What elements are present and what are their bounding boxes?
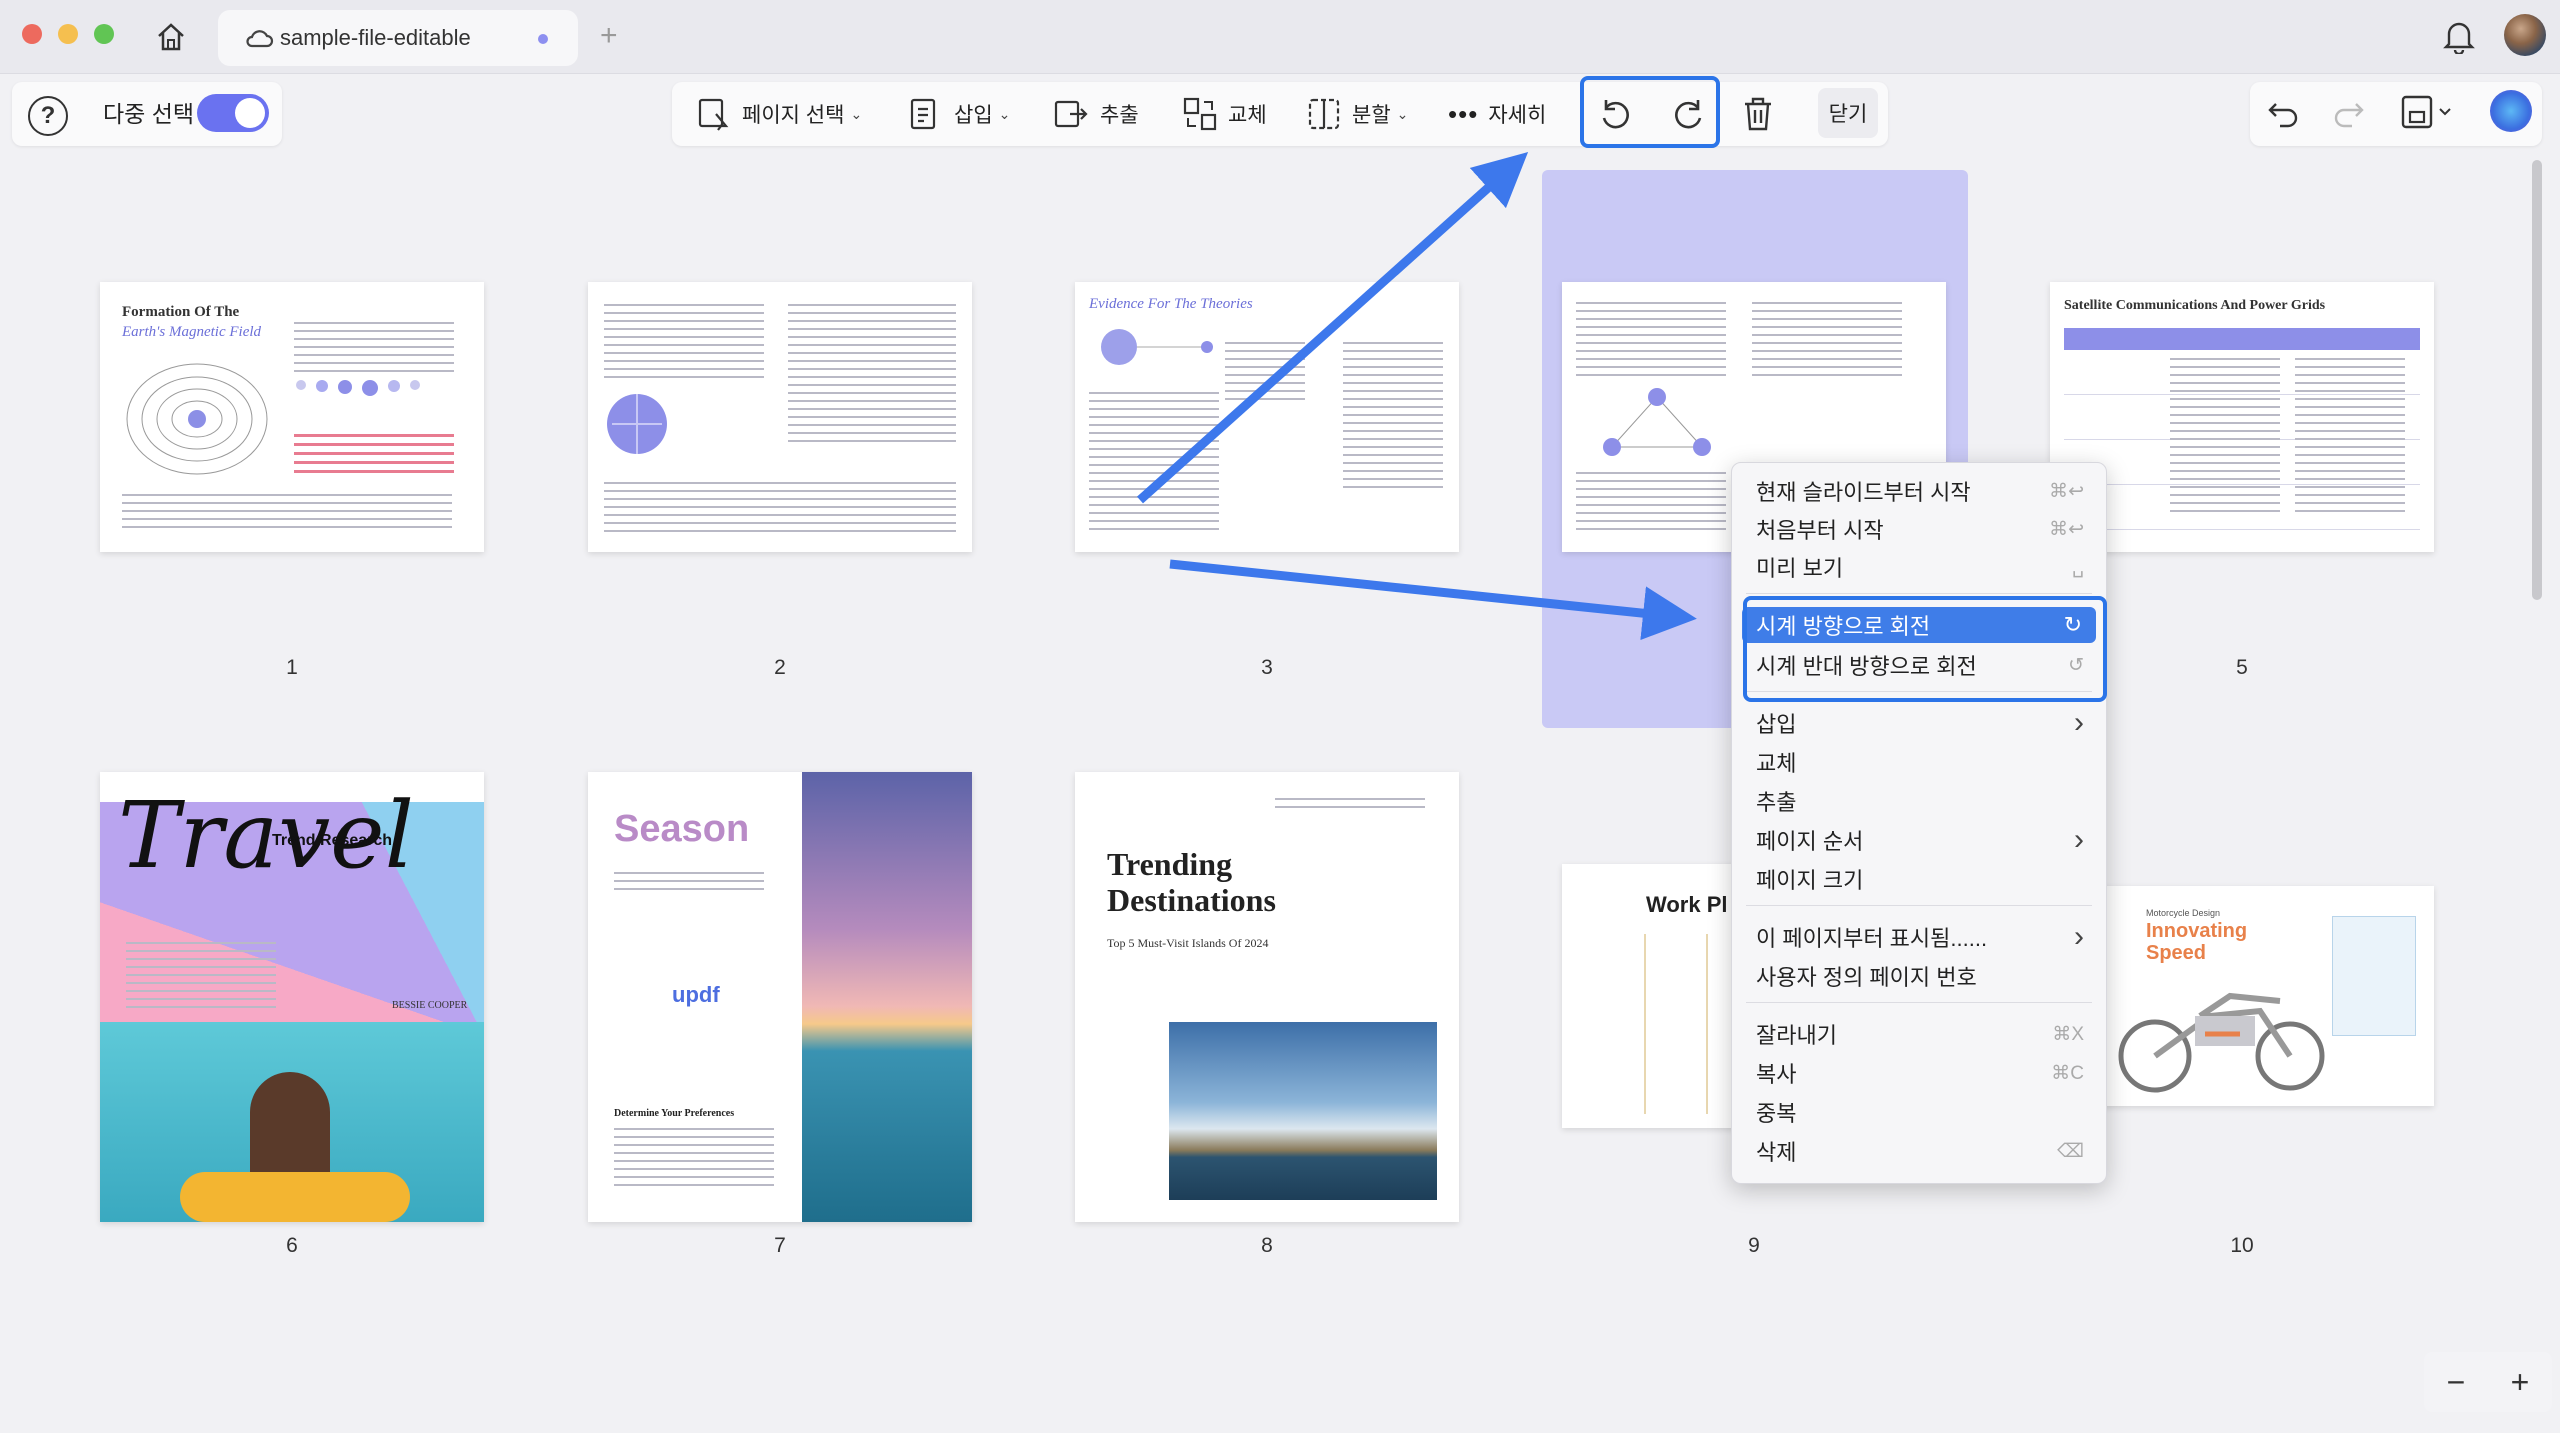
menu-duplicate[interactable]: 중복 [1756,1094,2084,1130]
vertical-scrollbar[interactable] [2532,160,2542,600]
menu-start-from-current-slide[interactable]: 현재 슬라이드부터 시작 ⌘↩ [1756,473,2084,509]
chevron-right-icon: › [2074,823,2084,856]
menu-display-from-this-page[interactable]: 이 페이지부터 표시됨...... › [1756,919,2084,955]
menu-custom-page-number[interactable]: 사용자 정의 페이지 번호 [1756,958,2084,994]
menu-separator [1746,593,2092,594]
arrow-to-rotate-menu [1169,559,1697,641]
rotate-menu-highlight [1743,596,2107,702]
menu-insert[interactable]: 삽입 › [1756,705,2084,741]
menu-copy[interactable]: 복사 ⌘C [1756,1055,2084,1091]
menu-delete[interactable]: 삭제 ⌫ [1756,1133,2084,1169]
menu-extract[interactable]: 추출 [1756,783,2084,819]
menu-replace[interactable]: 교체 [1756,744,2084,780]
menu-start-from-beginning[interactable]: 처음부터 시작 ⌘↩ [1756,511,2084,547]
chevron-right-icon: › [2074,920,2084,953]
chevron-right-icon: › [2074,706,2084,739]
menu-separator [1746,905,2092,906]
zoom-out-button[interactable]: − [2447,1364,2466,1401]
menu-cut[interactable]: 잘라내기 ⌘X [1756,1016,2084,1052]
context-menu: 현재 슬라이드부터 시작 ⌘↩ 처음부터 시작 ⌘↩ 미리 보기 ␣ 시계 방향으로 … [1731,462,2107,1184]
zoom-controls: − + [2424,1352,2552,1412]
menu-page-size[interactable]: 페이지 크기 [1756,861,2084,897]
arrow-to-rotate-buttons [1136,151,1529,504]
zoom-in-button[interactable]: + [2511,1364,2530,1401]
menu-page-order[interactable]: 페이지 순서 › [1756,822,2084,858]
menu-preview[interactable]: 미리 보기 ␣ [1756,549,2084,585]
annotation-arrows [1136,151,1697,641]
menu-separator [1746,1002,2092,1003]
